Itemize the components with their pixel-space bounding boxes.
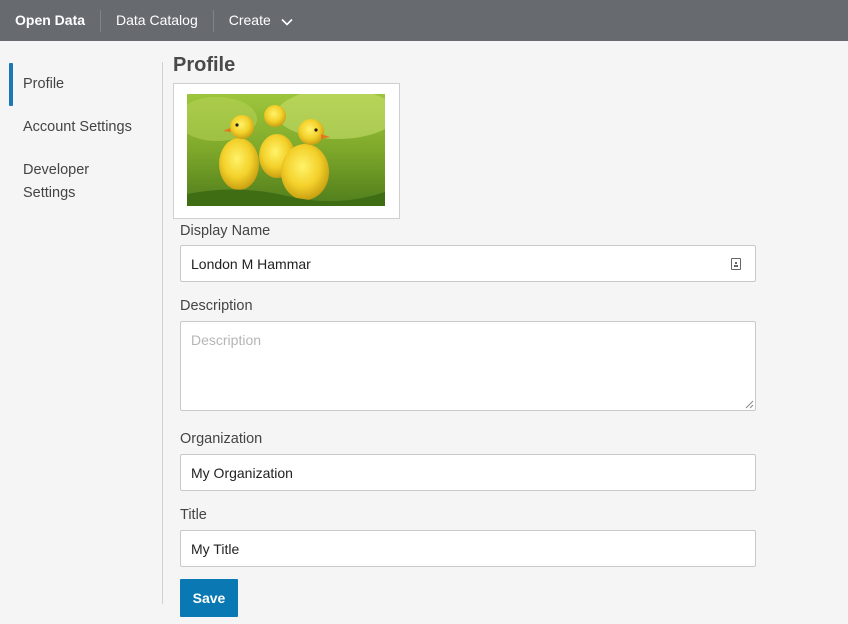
description-field[interactable]: [180, 321, 756, 411]
avatar-image: [187, 94, 385, 206]
nav-open-data[interactable]: Open Data: [0, 0, 100, 41]
sidebar-item-account-settings[interactable]: Account Settings: [23, 116, 132, 139]
chevron-down-icon: [281, 1, 293, 42]
title-label: Title: [180, 507, 207, 523]
save-button[interactable]: Save: [180, 579, 238, 617]
organization-label: Organization: [180, 431, 263, 447]
nav-data-catalog[interactable]: Data Catalog: [101, 0, 213, 41]
nav-create-dropdown[interactable]: Create: [214, 0, 308, 41]
settings-sidebar: Profile Account Settings Developer Setti…: [0, 41, 163, 624]
sidebar-item-developer-settings[interactable]: Developer Settings: [23, 159, 133, 205]
sidebar-divider: [162, 62, 163, 604]
description-label: Description: [180, 298, 253, 314]
active-indicator: [9, 63, 13, 106]
resize-grip-icon[interactable]: [745, 400, 754, 409]
title-field[interactable]: [180, 530, 756, 567]
page-title: Profile: [173, 54, 236, 76]
avatar[interactable]: [173, 83, 400, 219]
sidebar-item-profile[interactable]: Profile: [23, 73, 64, 96]
organization-field[interactable]: [180, 454, 756, 491]
top-navigation-bar: Open Data Data Catalog Create: [0, 0, 848, 41]
display-name-field[interactable]: [180, 245, 756, 282]
contact-card-icon[interactable]: [731, 258, 741, 270]
display-name-label: Display Name: [180, 223, 271, 239]
nav-create-label: Create: [228, 12, 271, 28]
